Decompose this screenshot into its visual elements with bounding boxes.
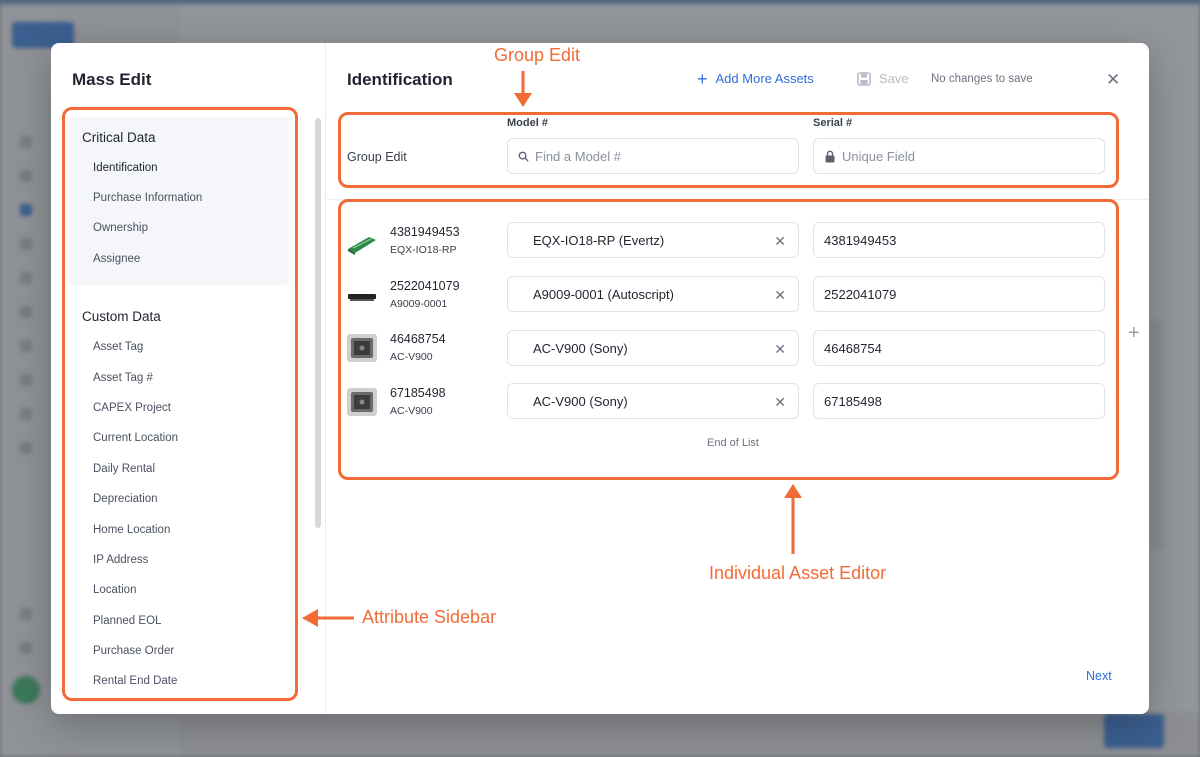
- group-edit-annotation-label: Group Edit: [494, 45, 581, 65]
- add-more-assets-button[interactable]: + Add More Assets: [697, 68, 814, 89]
- save-button[interactable]: Save: [857, 71, 909, 86]
- pane-title: Identification: [347, 70, 453, 89]
- attribute-sidebar-annotation-label: Attribute Sidebar: [362, 607, 497, 627]
- individual-editor-annotation-box: [338, 199, 1119, 480]
- save-label: Save: [879, 71, 909, 86]
- attribute-sidebar-annotation-box: [62, 107, 298, 701]
- save-icon: [857, 71, 871, 86]
- plus-icon: +: [697, 68, 708, 89]
- add-column-icon[interactable]: +: [1128, 322, 1140, 345]
- group-edit-annotation-box: [338, 112, 1119, 188]
- individual-editor-annotation-label: Individual Asset Editor: [709, 563, 887, 583]
- sidebar-scrollbar[interactable]: [315, 118, 321, 528]
- close-icon[interactable]: ✕: [1106, 70, 1120, 90]
- next-button[interactable]: Next: [1086, 669, 1112, 683]
- save-status-text: No changes to save: [931, 73, 1033, 85]
- add-more-assets-label: Add More Assets: [715, 71, 814, 86]
- modal-title: Mass Edit: [72, 70, 152, 89]
